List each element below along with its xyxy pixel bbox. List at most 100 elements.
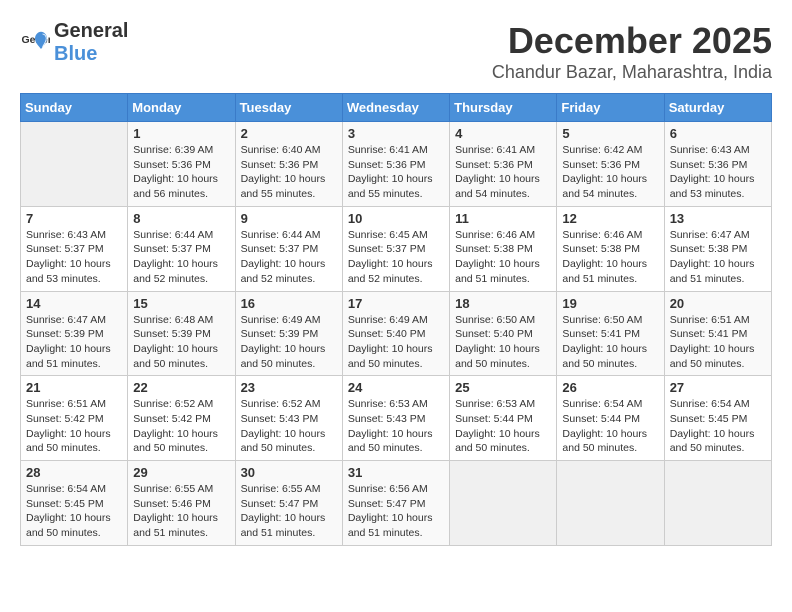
logo: General General Blue (20, 20, 128, 66)
weekday-header: Saturday (664, 94, 771, 122)
day-number: 26 (562, 380, 658, 395)
day-number: 23 (241, 380, 337, 395)
calendar-cell: 13Sunrise: 6:47 AM Sunset: 5:38 PM Dayli… (664, 206, 771, 291)
day-number: 29 (133, 465, 229, 480)
calendar-cell: 9 Sunrise: 6:44 AM Sunset: 5:37 PM Daylig… (235, 206, 342, 291)
weekday-header: Wednesday (342, 94, 449, 122)
day-info: Sunrise: 6:41 AM Sunset: 5:36 PM Dayligh… (455, 143, 551, 202)
day-number: 5 (562, 126, 658, 141)
day-info: Sunrise: 6:45 AM Sunset: 5:37 PM Dayligh… (348, 228, 444, 287)
calendar-cell: 3Sunrise: 6:41 AM Sunset: 5:36 PM Daylig… (342, 122, 449, 207)
day-number: 20 (670, 296, 766, 311)
day-number: 14 (26, 296, 122, 311)
day-number: 4 (455, 126, 551, 141)
day-info: Sunrise: 6:53 AM Sunset: 5:44 PM Dayligh… (455, 397, 551, 456)
title-block: December 2025 Chandur Bazar, Maharashtra… (492, 20, 772, 83)
day-number: 10 (348, 211, 444, 226)
day-info: Sunrise: 6:39 AM Sunset: 5:36 PM Dayligh… (133, 143, 229, 202)
calendar-cell: 10 Sunrise: 6:45 AM Sunset: 5:37 PM Dayli… (342, 206, 449, 291)
day-info: Sunrise: 6:54 AM Sunset: 5:45 PM Dayligh… (26, 482, 122, 541)
weekday-header: Thursday (450, 94, 557, 122)
page-header: General General Blue December 2025 Chand… (20, 20, 772, 83)
day-info: Sunrise: 6:46 AM Sunset: 5:38 PM Dayligh… (455, 228, 551, 287)
day-number: 2 (241, 126, 337, 141)
day-info: Sunrise: 6:46 AM Sunset: 5:38 PM Dayligh… (562, 228, 658, 287)
day-info: Sunrise: 6:40 AM Sunset: 5:36 PM Dayligh… (241, 143, 337, 202)
day-info: Sunrise: 6:52 AM Sunset: 5:42 PM Dayligh… (133, 397, 229, 456)
calendar-cell: 12 Sunrise: 6:46 AM Sunset: 5:38 PM Dayli… (557, 206, 664, 291)
logo-icon: General (20, 28, 50, 58)
calendar-week-row: 7 Sunrise: 6:43 AM Sunset: 5:37 PM Daylig… (21, 206, 772, 291)
calendar-cell: 27 Sunrise: 6:54 AM Sunset: 5:45 PM Dayli… (664, 376, 771, 461)
calendar-cell: 24 Sunrise: 6:53 AM Sunset: 5:43 PM Dayli… (342, 376, 449, 461)
day-number: 12 (562, 211, 658, 226)
calendar-cell: 23Sunrise: 6:52 AM Sunset: 5:43 PM Dayli… (235, 376, 342, 461)
day-number: 19 (562, 296, 658, 311)
weekday-header: Friday (557, 94, 664, 122)
day-info: Sunrise: 6:51 AM Sunset: 5:41 PM Dayligh… (670, 313, 766, 372)
day-number: 25 (455, 380, 551, 395)
calendar-cell: 30 Sunrise: 6:55 AM Sunset: 5:47 PM Dayli… (235, 461, 342, 546)
month-title: December 2025 (492, 20, 772, 62)
day-info: Sunrise: 6:43 AM Sunset: 5:36 PM Dayligh… (670, 143, 766, 202)
day-number: 15 (133, 296, 229, 311)
calendar-cell: 21 Sunrise: 6:51 AM Sunset: 5:42 PM Dayli… (21, 376, 128, 461)
day-info: Sunrise: 6:47 AM Sunset: 5:38 PM Dayligh… (670, 228, 766, 287)
calendar-cell: 8Sunrise: 6:44 AM Sunset: 5:37 PM Daylig… (128, 206, 235, 291)
calendar-cell: 4 Sunrise: 6:41 AM Sunset: 5:36 PM Daylig… (450, 122, 557, 207)
day-number: 17 (348, 296, 444, 311)
calendar-cell: 14 Sunrise: 6:47 AM Sunset: 5:39 PM Dayli… (21, 291, 128, 376)
day-number: 8 (133, 211, 229, 226)
day-number: 21 (26, 380, 122, 395)
day-number: 3 (348, 126, 444, 141)
calendar-cell: 7 Sunrise: 6:43 AM Sunset: 5:37 PM Daylig… (21, 206, 128, 291)
calendar-cell: 1Sunrise: 6:39 AM Sunset: 5:36 PM Daylig… (128, 122, 235, 207)
day-number: 7 (26, 211, 122, 226)
calendar-cell: 11 Sunrise: 6:46 AM Sunset: 5:38 PM Dayli… (450, 206, 557, 291)
calendar-cell: 2 Sunrise: 6:40 AM Sunset: 5:36 PM Daylig… (235, 122, 342, 207)
calendar-cell (450, 461, 557, 546)
day-info: Sunrise: 6:49 AM Sunset: 5:40 PM Dayligh… (348, 313, 444, 372)
calendar-cell (21, 122, 128, 207)
calendar-cell: 15Sunrise: 6:48 AM Sunset: 5:39 PM Dayli… (128, 291, 235, 376)
calendar-week-row: 21 Sunrise: 6:51 AM Sunset: 5:42 PM Dayli… (21, 376, 772, 461)
day-info: Sunrise: 6:54 AM Sunset: 5:45 PM Dayligh… (670, 397, 766, 456)
day-info: Sunrise: 6:54 AM Sunset: 5:44 PM Dayligh… (562, 397, 658, 456)
calendar-cell: 25 Sunrise: 6:53 AM Sunset: 5:44 PM Dayli… (450, 376, 557, 461)
day-number: 24 (348, 380, 444, 395)
calendar-header-row: SundayMondayTuesdayWednesdayThursdayFrid… (21, 94, 772, 122)
calendar-cell: 22 Sunrise: 6:52 AM Sunset: 5:42 PM Dayli… (128, 376, 235, 461)
day-info: Sunrise: 6:53 AM Sunset: 5:43 PM Dayligh… (348, 397, 444, 456)
location-title: Chandur Bazar, Maharashtra, India (492, 62, 772, 83)
day-info: Sunrise: 6:55 AM Sunset: 5:47 PM Dayligh… (241, 482, 337, 541)
calendar-cell: 29 Sunrise: 6:55 AM Sunset: 5:46 PM Dayli… (128, 461, 235, 546)
day-info: Sunrise: 6:42 AM Sunset: 5:36 PM Dayligh… (562, 143, 658, 202)
day-info: Sunrise: 6:47 AM Sunset: 5:39 PM Dayligh… (26, 313, 122, 372)
calendar-week-row: 14 Sunrise: 6:47 AM Sunset: 5:39 PM Dayli… (21, 291, 772, 376)
day-number: 9 (241, 211, 337, 226)
day-number: 16 (241, 296, 337, 311)
calendar-week-row: 1Sunrise: 6:39 AM Sunset: 5:36 PM Daylig… (21, 122, 772, 207)
day-number: 28 (26, 465, 122, 480)
day-number: 30 (241, 465, 337, 480)
calendar-cell: 18 Sunrise: 6:50 AM Sunset: 5:40 PM Dayli… (450, 291, 557, 376)
day-number: 31 (348, 465, 444, 480)
logo-text: General Blue (54, 20, 128, 66)
day-info: Sunrise: 6:51 AM Sunset: 5:42 PM Dayligh… (26, 397, 122, 456)
day-number: 27 (670, 380, 766, 395)
day-number: 11 (455, 211, 551, 226)
calendar-cell (664, 461, 771, 546)
weekday-header: Tuesday (235, 94, 342, 122)
calendar-cell: 28 Sunrise: 6:54 AM Sunset: 5:45 PM Dayli… (21, 461, 128, 546)
day-info: Sunrise: 6:44 AM Sunset: 5:37 PM Dayligh… (241, 228, 337, 287)
day-info: Sunrise: 6:43 AM Sunset: 5:37 PM Dayligh… (26, 228, 122, 287)
day-number: 18 (455, 296, 551, 311)
day-info: Sunrise: 6:55 AM Sunset: 5:46 PM Dayligh… (133, 482, 229, 541)
day-info: Sunrise: 6:50 AM Sunset: 5:41 PM Dayligh… (562, 313, 658, 372)
calendar-cell: 20 Sunrise: 6:51 AM Sunset: 5:41 PM Dayli… (664, 291, 771, 376)
day-info: Sunrise: 6:50 AM Sunset: 5:40 PM Dayligh… (455, 313, 551, 372)
day-number: 22 (133, 380, 229, 395)
calendar-table: SundayMondayTuesdayWednesdayThursdayFrid… (20, 93, 772, 546)
calendar-cell: 16Sunrise: 6:49 AM Sunset: 5:39 PM Dayli… (235, 291, 342, 376)
day-info: Sunrise: 6:56 AM Sunset: 5:47 PM Dayligh… (348, 482, 444, 541)
